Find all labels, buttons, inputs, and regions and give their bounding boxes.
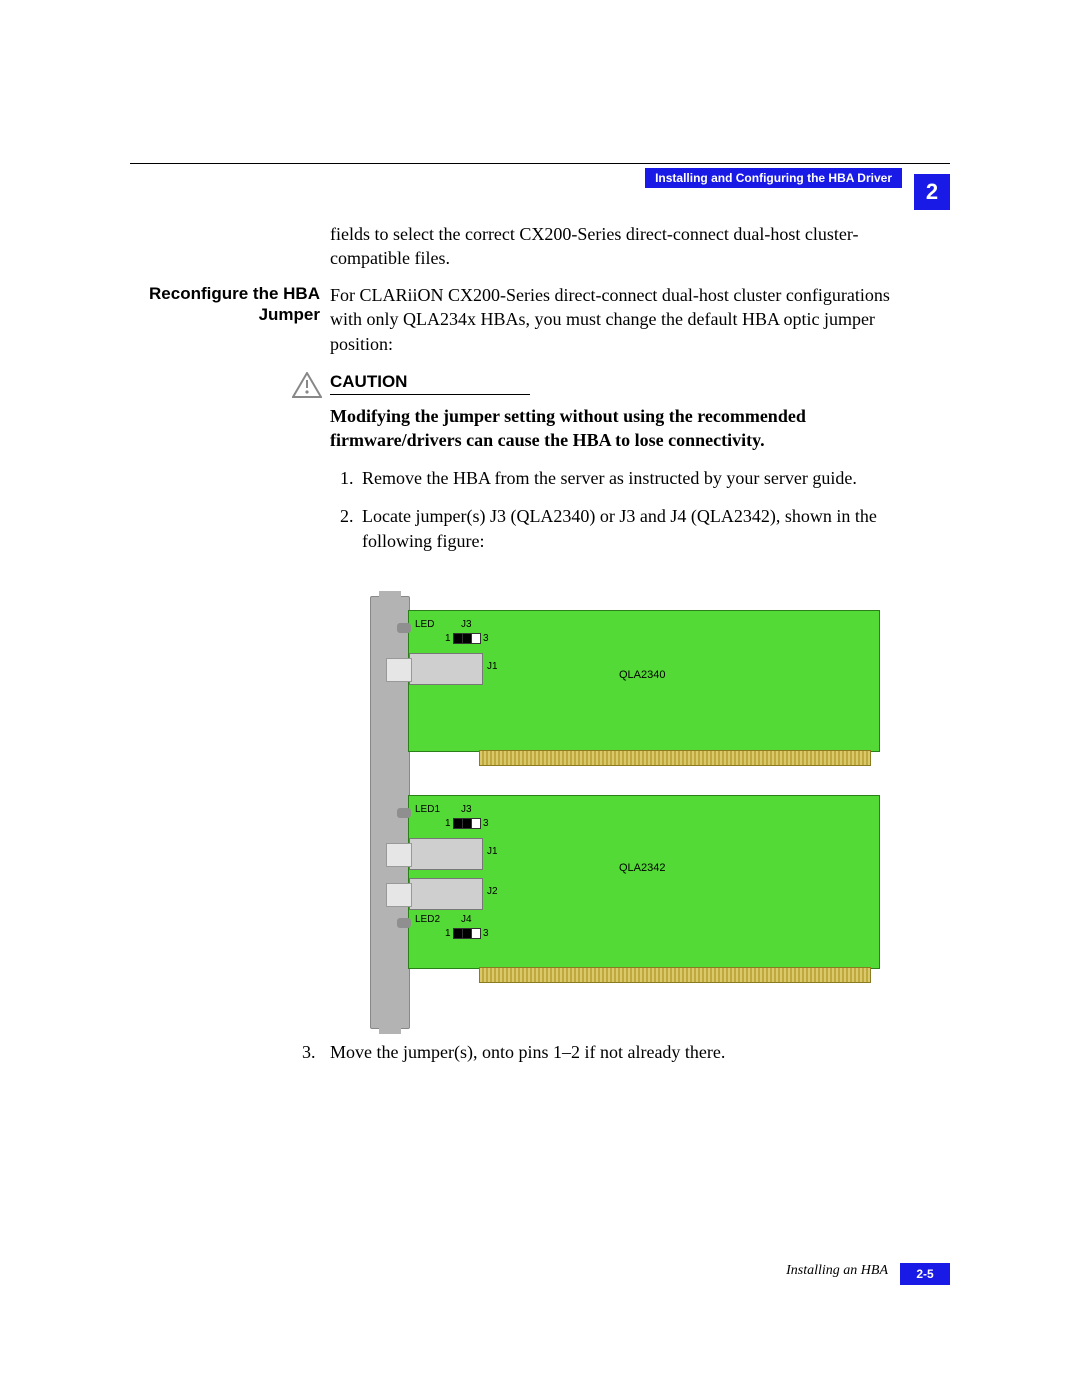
port-a	[409, 653, 483, 685]
chapter-tab: 2	[914, 174, 950, 210]
card-qla2342: LED1 J3 1 3 J1 QLA2342 J2 LED2 J4 1 3	[408, 795, 880, 969]
card-qla2340: LED J3 1 3 J1 QLA2340	[408, 610, 880, 752]
instruction-list: Remove the HBA from the server as instru…	[330, 466, 928, 567]
label-j4-b: J4	[461, 914, 472, 925]
section-body-paragraph: For CLARiiON CX200-Series direct-connect…	[330, 283, 900, 356]
label-pin1-b2: 1	[445, 928, 451, 939]
hba-jumper-diagram: LED J3 1 3 J1 QLA2340 LED1 J3 1 3 J1 QLA…	[370, 596, 878, 1027]
label-pin3-b1: 3	[483, 818, 489, 829]
led-stub-b2	[397, 918, 411, 928]
step-3: Move the jumper(s), onto pins 1–2 if not…	[330, 1040, 900, 1064]
label-pin1-b1: 1	[445, 818, 451, 829]
label-j3-a: J3	[461, 619, 472, 630]
led-stub-b1	[397, 808, 411, 818]
lead-paragraph: fields to select the correct CX200-Serie…	[330, 222, 900, 271]
port-b1	[409, 838, 483, 870]
edge-connector-b	[479, 967, 871, 983]
label-j2-b: J2	[487, 886, 498, 897]
jumper-j3-a	[453, 633, 481, 644]
label-pin1-a: 1	[445, 633, 451, 644]
step-2: Locate jumper(s) J3 (QLA2340) or J3 and …	[358, 504, 928, 553]
label-j1-b: J1	[487, 846, 498, 857]
led-stub-a	[397, 623, 411, 633]
label-led2-b: LED2	[415, 914, 440, 925]
top-rule	[130, 163, 950, 164]
section-side-head: Reconfigure the HBA Jumper	[130, 283, 320, 326]
card-name-a: QLA2340	[619, 669, 665, 681]
footer-page-number: 2-5	[900, 1263, 950, 1285]
edge-connector-a	[479, 750, 871, 766]
label-pin3-b2: 3	[483, 928, 489, 939]
caution-body: Modifying the jumper setting without usi…	[330, 404, 900, 453]
label-j3-b: J3	[461, 804, 472, 815]
caution-heading: CAUTION	[330, 372, 530, 395]
label-led1-b: LED1	[415, 804, 440, 815]
caution-icon	[292, 372, 322, 398]
port-b2	[409, 878, 483, 910]
footer-section-title: Installing an HBA	[786, 1263, 888, 1279]
step-1: Remove the HBA from the server as instru…	[358, 466, 928, 490]
label-j1-a: J1	[487, 661, 498, 672]
jumper-j4-b	[453, 928, 481, 939]
label-pin3-a: 3	[483, 633, 489, 644]
jumper-j3-b	[453, 818, 481, 829]
label-led-a: LED	[415, 619, 434, 630]
card-name-b: QLA2342	[619, 862, 665, 874]
running-header: Installing and Configuring the HBA Drive…	[645, 168, 902, 188]
